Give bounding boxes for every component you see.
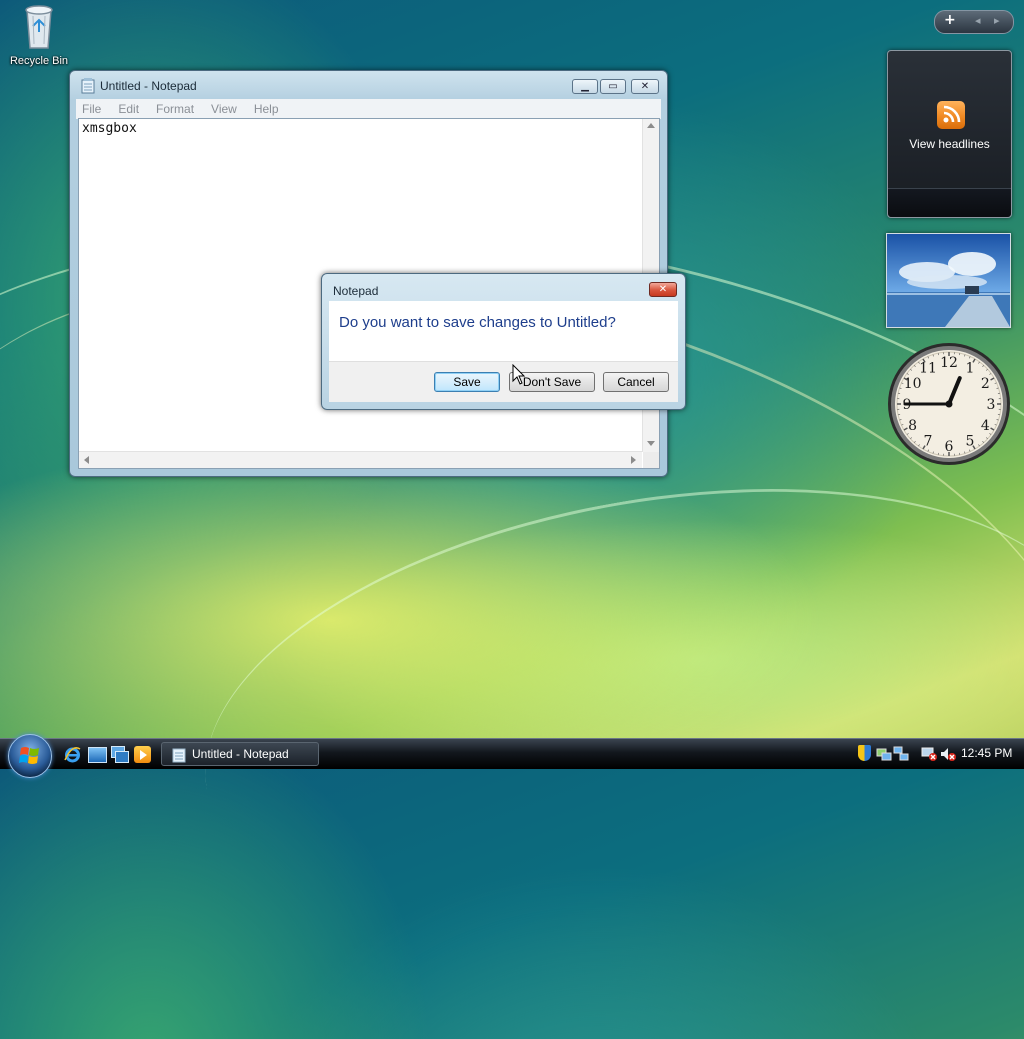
recycle-bin[interactable]: Recycle Bin bbox=[4, 2, 74, 67]
minimize-icon: ▁ bbox=[581, 81, 589, 92]
feed-gadget-label: View headlines bbox=[888, 137, 1011, 151]
taskbar-notepad-button[interactable]: Untitled - Notepad bbox=[161, 742, 319, 766]
recycle-bin-icon bbox=[19, 2, 59, 52]
network-connections-icon[interactable] bbox=[893, 746, 909, 762]
close-icon: ✕ bbox=[641, 81, 649, 92]
windows-logo-icon bbox=[9, 735, 51, 777]
slideshow-gadget[interactable] bbox=[886, 233, 1011, 328]
maximize-button[interactable]: ▭ bbox=[600, 79, 626, 94]
minimize-button[interactable]: ▁ bbox=[572, 79, 598, 94]
security-shield-icon[interactable] bbox=[858, 745, 871, 761]
show-desktop-icon[interactable] bbox=[88, 747, 107, 763]
mouse-cursor-icon bbox=[512, 364, 526, 386]
sidebar-controls: + ◂ ▸ bbox=[934, 10, 1014, 34]
close-icon: ✕ bbox=[659, 284, 667, 295]
clock-number: 1 bbox=[966, 361, 975, 377]
notepad-titlebar[interactable]: Untitled - Notepad ▁ ▭ ✕ bbox=[70, 71, 667, 99]
dialog-title: Notepad bbox=[333, 284, 378, 298]
scroll-down-icon[interactable] bbox=[647, 441, 655, 446]
media-player-icon[interactable] bbox=[134, 746, 151, 763]
clock-gadget[interactable]: 121234567891011 bbox=[887, 342, 1011, 466]
clock-number: 3 bbox=[987, 397, 996, 413]
horizontal-scrollbar[interactable] bbox=[79, 451, 642, 468]
feed-gadget-footer bbox=[888, 188, 1011, 217]
close-button[interactable]: ✕ bbox=[631, 79, 659, 94]
taskbar-clock[interactable]: 12:45 PM bbox=[961, 746, 1012, 760]
editor-content: xmsgbox bbox=[82, 121, 137, 136]
menu-view[interactable]: View bbox=[211, 102, 237, 116]
internet-explorer-icon[interactable] bbox=[64, 746, 81, 763]
menu-file[interactable]: File bbox=[82, 102, 101, 116]
menu-format[interactable]: Format bbox=[156, 102, 194, 116]
wallpaper-streak bbox=[170, 425, 1024, 998]
taskbar: Untitled - Notepad 12:45 PM bbox=[0, 738, 1024, 769]
prev-page-icon[interactable]: ◂ bbox=[975, 14, 981, 27]
scroll-up-icon[interactable] bbox=[647, 123, 655, 128]
dialog-body: Do you want to save changes to Untitled? bbox=[329, 301, 678, 361]
notepad-app-icon bbox=[81, 78, 95, 94]
cancel-button[interactable]: Cancel bbox=[603, 372, 669, 392]
slideshow-photo bbox=[887, 234, 1010, 327]
maximize-icon: ▭ bbox=[608, 81, 617, 92]
menu-edit[interactable]: Edit bbox=[118, 102, 139, 116]
switch-windows-icon[interactable] bbox=[111, 746, 128, 762]
menu-bar: File Edit Format View Help bbox=[76, 99, 661, 119]
feed-headlines-gadget[interactable]: View headlines bbox=[887, 50, 1012, 218]
clock-number: 10 bbox=[904, 376, 922, 392]
volume-muted-icon[interactable] bbox=[940, 746, 956, 762]
network-disconnected-icon[interactable] bbox=[921, 746, 937, 762]
scroll-left-icon[interactable] bbox=[84, 456, 89, 464]
size-grip-icon[interactable] bbox=[643, 452, 659, 468]
save-button[interactable]: Save bbox=[434, 372, 500, 392]
taskbar-notepad-label: Untitled - Notepad bbox=[192, 743, 289, 765]
scroll-right-icon[interactable] bbox=[631, 456, 636, 464]
add-gadget-icon[interactable]: + bbox=[944, 12, 956, 28]
clock-number: 11 bbox=[919, 361, 937, 377]
start-button[interactable] bbox=[8, 734, 52, 778]
menu-help[interactable]: Help bbox=[254, 102, 279, 116]
next-page-icon[interactable]: ▸ bbox=[994, 14, 1000, 27]
dialog-titlebar[interactable]: Notepad ✕ bbox=[322, 274, 685, 302]
recycle-bin-label: Recycle Bin bbox=[4, 55, 74, 67]
dialog-close-button[interactable]: ✕ bbox=[649, 282, 677, 297]
clock-number: 8 bbox=[908, 418, 917, 434]
dialog-footer: Save Don't Save Cancel bbox=[329, 361, 678, 402]
network-status-icon[interactable] bbox=[876, 746, 892, 762]
dialog-message: Do you want to save changes to Untitled? bbox=[339, 314, 616, 331]
clock-number: 12 bbox=[940, 355, 958, 371]
analog-clock: 121234567891011 bbox=[887, 342, 1011, 466]
clock-number: 4 bbox=[981, 418, 990, 434]
notepad-title: Untitled - Notepad bbox=[100, 79, 197, 93]
rss-icon bbox=[937, 101, 965, 129]
save-dialog: Notepad ✕ Do you want to save changes to… bbox=[321, 273, 686, 410]
clock-number: 2 bbox=[981, 376, 990, 392]
notepad-app-icon bbox=[172, 747, 186, 763]
